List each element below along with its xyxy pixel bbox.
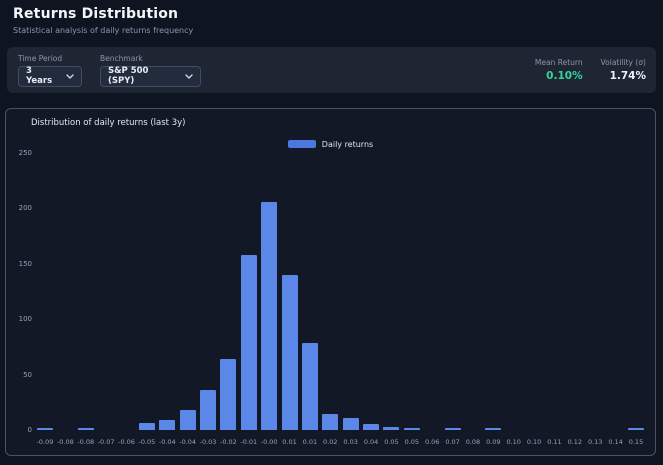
histogram-bar[interactable]: [383, 426, 400, 430]
chart-panel: Distribution of daily returns (last 3y) …: [5, 108, 656, 456]
benchmark-value: S&P 500 (SPY): [108, 66, 149, 86]
chevron-down-icon: [66, 73, 74, 79]
histogram-bar[interactable]: [322, 414, 339, 430]
y-axis-tick-label: 50: [23, 370, 32, 379]
y-axis-tick-label: 0: [27, 426, 32, 434]
histogram-bar[interactable]: [77, 428, 94, 430]
mean-return-label: Mean Return: [534, 58, 583, 67]
histogram-bar[interactable]: [240, 254, 257, 430]
histogram-bar[interactable]: [301, 343, 318, 430]
mean-return-value: 0.10%: [546, 70, 583, 82]
time-period-label: Time Period: [18, 53, 63, 63]
time-period-value: 3 Years: [26, 66, 53, 86]
chevron-down-icon: [185, 73, 193, 79]
page-subtitle: Statistical analysis of daily returns fr…: [13, 26, 194, 35]
y-axis-tick-label: 200: [18, 204, 32, 212]
x-axis-tick-label: 0.15: [628, 438, 644, 446]
histogram-bar[interactable]: [179, 410, 196, 430]
benchmark-field: Benchmark S&P 500 (SPY): [100, 54, 201, 87]
histogram-bar[interactable]: [220, 358, 237, 430]
benchmark-select[interactable]: S&P 500 (SPY): [100, 65, 201, 87]
page-header: Returns Distribution Statistical analysi…: [13, 6, 650, 35]
histogram-bar[interactable]: [485, 427, 502, 430]
y-axis-tick-label: 100: [18, 315, 32, 323]
histogram-bar[interactable]: [159, 420, 176, 430]
histogram-bar[interactable]: [403, 427, 420, 430]
y-axis-tick-label: 150: [18, 259, 32, 268]
mean-return-stat: Mean Return 0.10%: [535, 58, 583, 82]
filters-toolbar: Time Period 3 Years Benchmark S&P 500 (S…: [7, 47, 656, 93]
histogram-bar[interactable]: [37, 428, 53, 430]
benchmark-label: Benchmark: [100, 53, 143, 63]
volatility-label: Volatility (σ): [600, 58, 646, 67]
histogram-bar[interactable]: [363, 424, 380, 430]
volatility-value: 1.74%: [609, 70, 646, 82]
plot-area: 0 50 100 150 200 250 -0.09 -0.08 -0.08 -0.07 -0.06…: [6, 109, 655, 455]
time-period-select[interactable]: 3 Years: [18, 65, 82, 87]
histogram-bar[interactable]: [342, 417, 359, 430]
histogram-bar[interactable]: [627, 427, 644, 430]
histogram-bar[interactable]: [138, 423, 155, 430]
histogram-bar[interactable]: [261, 202, 278, 430]
histogram-bar[interactable]: [200, 390, 217, 430]
histogram-bar[interactable]: [444, 427, 461, 430]
y-axis-tick-label: 250: [18, 148, 32, 157]
summary-stats: Mean Return 0.10% Volatility (σ) 1.74%: [535, 58, 646, 82]
time-period-field: Time Period 3 Years: [18, 54, 82, 87]
volatility-stat: Volatility (σ) 1.74%: [601, 58, 646, 82]
returns-distribution-page: Returns Distribution Statistical analysi…: [0, 0, 663, 465]
page-title: Returns Distribution: [13, 6, 179, 22]
histogram-bar[interactable]: [281, 274, 298, 430]
